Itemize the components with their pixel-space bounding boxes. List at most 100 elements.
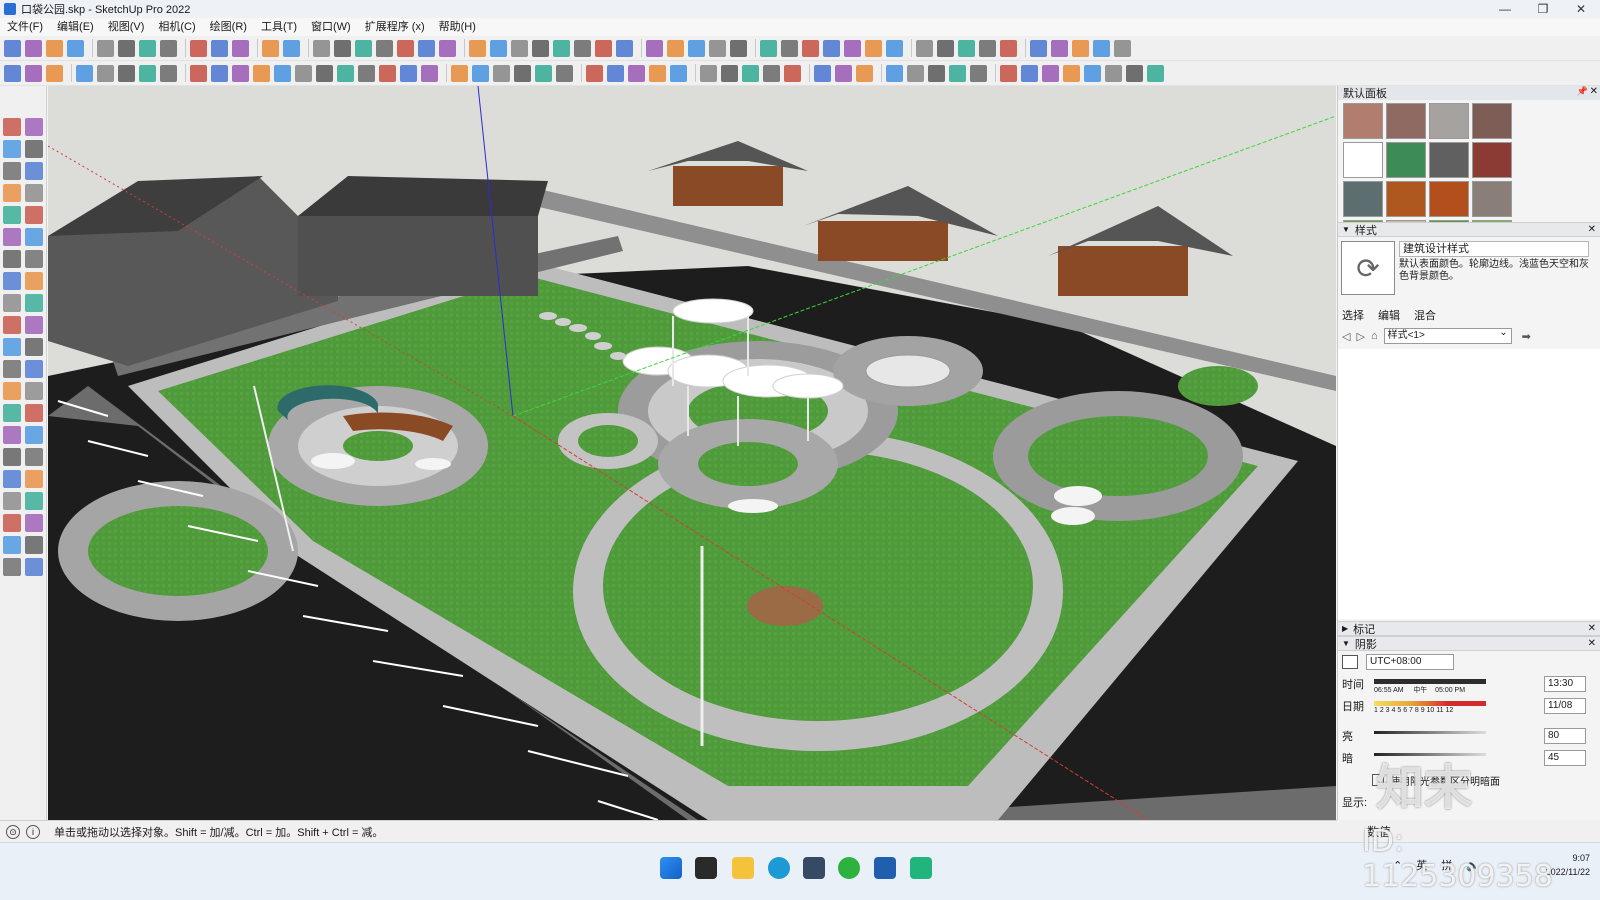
palette-tool-icon[interactable] <box>3 338 21 356</box>
close-button[interactable]: ✕ <box>1562 0 1600 18</box>
scene-canvas[interactable] <box>48 86 1336 820</box>
palette-tool-icon[interactable] <box>3 360 21 378</box>
toolbar-tool-icon[interactable] <box>472 64 489 82</box>
palette-tool-icon[interactable] <box>3 382 21 400</box>
toolbar-tool-icon[interactable] <box>355 39 372 57</box>
time-slider[interactable]: 06:55 AM 中午 05:00 PM <box>1374 673 1486 695</box>
toolbar-tool-icon[interactable] <box>865 39 882 57</box>
toolbar-tool-icon[interactable] <box>1063 64 1080 82</box>
toolbar-tool-icon[interactable] <box>274 64 291 82</box>
tab-select[interactable]: 选择 <box>1342 307 1364 323</box>
palette-tool-icon[interactable] <box>25 514 43 532</box>
toolbar-tool-icon[interactable] <box>760 39 777 57</box>
sketchup-taskbar-icon[interactable] <box>874 857 896 879</box>
toolbar-tool-icon[interactable] <box>283 39 300 57</box>
toolbar-tool-icon[interactable] <box>1042 64 1059 82</box>
toolbar-tool-icon[interactable] <box>253 64 270 82</box>
toolbar-tool-icon[interactable] <box>970 64 987 82</box>
close-icon[interactable]: ✕ <box>1588 224 1596 235</box>
toolbar-tool-icon[interactable] <box>469 39 486 57</box>
toolbar-tool-icon[interactable] <box>118 39 135 57</box>
toolbar-tool-icon[interactable] <box>688 39 705 57</box>
palette-tool-icon[interactable] <box>25 558 43 576</box>
toolbar-tool-icon[interactable] <box>667 39 684 57</box>
menu-help[interactable]: 帮助(H) <box>432 18 483 36</box>
menu-camera[interactable]: 相机(C) <box>151 18 202 36</box>
palette-tool-icon[interactable] <box>25 118 43 136</box>
toolbar-tool-icon[interactable] <box>25 39 42 57</box>
toolbar-tool-icon[interactable] <box>721 64 738 82</box>
material-swatch[interactable] <box>1472 142 1512 178</box>
material-swatch[interactable] <box>1343 181 1383 217</box>
palette-tool-icon[interactable] <box>3 448 21 466</box>
palette-tool-icon[interactable] <box>3 228 21 246</box>
toolbar-tool-icon[interactable] <box>886 64 903 82</box>
task-view-icon[interactable] <box>695 857 717 879</box>
palette-tool-icon[interactable] <box>3 514 21 532</box>
ime-english[interactable]: 英 <box>1416 857 1427 873</box>
toolbar-tool-icon[interactable] <box>358 64 375 82</box>
toolbar-tool-icon[interactable] <box>607 64 624 82</box>
toolbar-tool-icon[interactable] <box>1105 64 1122 82</box>
palette-tool-icon[interactable] <box>25 272 43 290</box>
toolbar-tool-icon[interactable] <box>46 39 63 57</box>
palette-tool-icon[interactable] <box>25 162 43 180</box>
toolbar-tool-icon[interactable] <box>211 64 228 82</box>
time-value-field[interactable]: 13:30 <box>1544 676 1586 692</box>
menu-view[interactable]: 视图(V) <box>101 18 152 36</box>
toolbar-tool-icon[interactable] <box>118 64 135 82</box>
close-icon[interactable]: ✕ <box>1588 623 1596 634</box>
toolbar-tool-icon[interactable] <box>514 64 531 82</box>
edge-icon[interactable] <box>768 857 790 879</box>
palette-tool-icon[interactable] <box>3 206 21 224</box>
toolbar-tool-icon[interactable] <box>784 64 801 82</box>
light-value-field[interactable]: 80 <box>1544 728 1586 744</box>
toolbar-tool-icon[interactable] <box>421 64 438 82</box>
palette-tool-icon[interactable] <box>3 272 21 290</box>
toolbar-tool-icon[interactable] <box>1030 39 1047 57</box>
toolbar-tool-icon[interactable] <box>190 39 207 57</box>
toolbar-tool-icon[interactable] <box>139 64 156 82</box>
system-clock[interactable]: 9:07 2022/11/22 <box>1546 851 1590 879</box>
pin-icon[interactable]: 📌 <box>1577 86 1588 97</box>
toolbar-tool-icon[interactable] <box>937 39 954 57</box>
dark-value-field[interactable]: 45 <box>1544 750 1586 766</box>
toolbar-tool-icon[interactable] <box>511 39 528 57</box>
start-icon[interactable] <box>660 857 682 879</box>
toolbar-tool-icon[interactable] <box>211 39 228 57</box>
palette-tool-icon[interactable] <box>3 558 21 576</box>
back-arrow-icon[interactable]: ◁ <box>1342 330 1350 343</box>
toolbar-tool-icon[interactable] <box>730 39 747 57</box>
wechat-icon[interactable] <box>838 857 860 879</box>
toolbar-tool-icon[interactable] <box>628 64 645 82</box>
palette-tool-icon[interactable] <box>3 316 21 334</box>
toolbar-tool-icon[interactable] <box>1114 39 1131 57</box>
toolbar-tool-icon[interactable] <box>586 64 603 82</box>
style-list-pane[interactable] <box>1338 349 1600 619</box>
toolbar-tool-icon[interactable] <box>649 64 666 82</box>
chevron-up-icon[interactable]: ⌃ <box>1393 859 1402 872</box>
toolbar-tool-icon[interactable] <box>595 39 612 57</box>
toolbar-tool-icon[interactable] <box>313 39 330 57</box>
toolbar-tool-icon[interactable] <box>670 64 687 82</box>
style-name-field[interactable]: 建筑设计样式 <box>1399 241 1589 257</box>
toolbar-tool-icon[interactable] <box>979 39 996 57</box>
toolbar-tool-icon[interactable] <box>97 39 114 57</box>
toolbar-tool-icon[interactable] <box>916 39 933 57</box>
toolbar-tool-icon[interactable] <box>4 39 21 57</box>
maximize-button[interactable]: ❐ <box>1524 0 1562 18</box>
toolbar-tool-icon[interactable] <box>67 39 84 57</box>
toolbar-tool-icon[interactable] <box>439 39 456 57</box>
palette-tool-icon[interactable] <box>3 184 21 202</box>
material-swatch[interactable] <box>1472 103 1512 139</box>
palette-tool-icon[interactable] <box>3 492 21 510</box>
use-sun-checkbox[interactable] <box>1372 774 1384 786</box>
palette-tool-icon[interactable] <box>3 162 21 180</box>
toolbar-tool-icon[interactable] <box>1072 39 1089 57</box>
palette-tool-icon[interactable] <box>3 140 21 158</box>
toolbar-tool-icon[interactable] <box>76 64 93 82</box>
material-swatch[interactable] <box>1472 181 1512 217</box>
palette-tool-icon[interactable] <box>25 184 43 202</box>
toolbar-tool-icon[interactable] <box>160 39 177 57</box>
details-arrow-icon[interactable]: ➡ <box>1522 330 1531 343</box>
